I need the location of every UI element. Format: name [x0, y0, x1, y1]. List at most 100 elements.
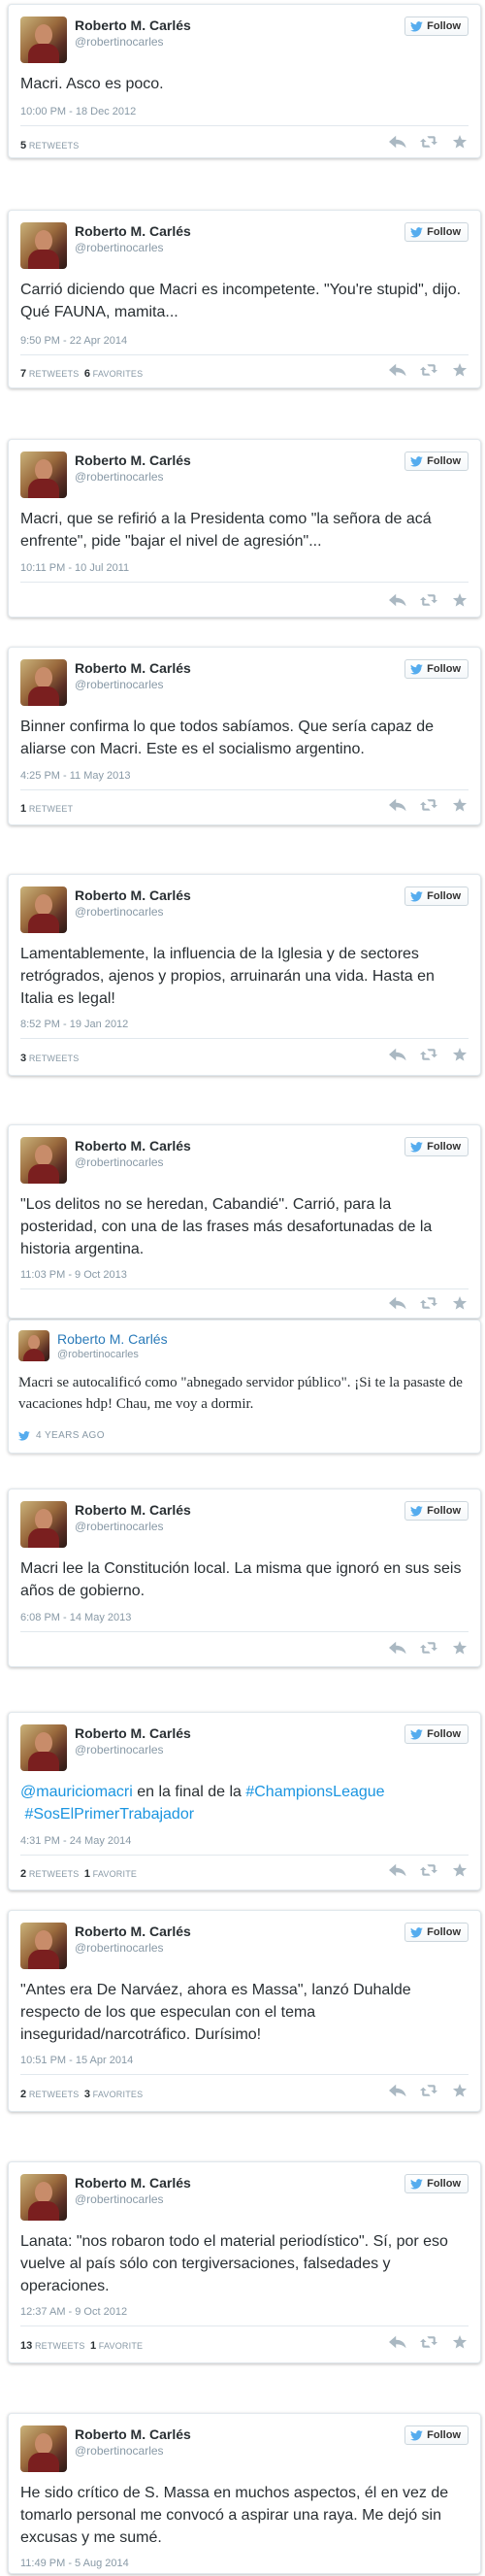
- retweet-count-label[interactable]: RETWEETS: [29, 369, 80, 379]
- retweet-count[interactable]: 3: [20, 1053, 26, 1064]
- avatar[interactable]: [18, 1330, 49, 1361]
- author-name[interactable]: Roberto M. Carlés: [75, 17, 191, 33]
- favorite-count[interactable]: 1: [84, 1868, 90, 1880]
- reply-icon[interactable]: [389, 2335, 406, 2349]
- follow-button[interactable]: Follow: [404, 2174, 469, 2193]
- avatar[interactable]: [20, 1923, 67, 1969]
- tweet-date[interactable]: 11:49 PM - 5 Aug 2014: [20, 2558, 129, 2569]
- favorite-star-icon[interactable]: [451, 363, 469, 377]
- tweet-date[interactable]: 10:51 PM - 15 Apr 2014: [20, 2055, 133, 2066]
- retweet-count[interactable]: 2: [20, 1868, 26, 1880]
- favorite-star-icon[interactable]: [451, 1863, 469, 1877]
- author-name[interactable]: Roberto M. Carlés: [75, 2426, 191, 2442]
- retweet-icon[interactable]: [420, 2084, 437, 2097]
- author-handle[interactable]: @robertinocarles: [57, 1349, 139, 1360]
- retweet-count-label[interactable]: RETWEETS: [35, 2341, 85, 2351]
- reply-icon[interactable]: [389, 593, 406, 607]
- tweet-date[interactable]: 8:52 PM - 19 Jan 2012: [20, 1019, 128, 1030]
- author-handle[interactable]: @robertinocarles: [75, 1520, 164, 1533]
- favorite-star-icon[interactable]: [451, 593, 469, 607]
- follow-button[interactable]: Follow: [404, 1923, 469, 1942]
- retweet-count-label[interactable]: RETWEETS: [29, 141, 80, 151]
- retweet-icon[interactable]: [420, 363, 437, 377]
- retweet-count-label[interactable]: RETWEETS: [29, 2090, 80, 2099]
- avatar[interactable]: [20, 452, 67, 498]
- retweet-icon[interactable]: [420, 1863, 437, 1877]
- tweet-date[interactable]: 6:08 PM - 14 May 2013: [20, 1612, 131, 1623]
- retweet-icon[interactable]: [420, 1296, 437, 1310]
- retweet-icon[interactable]: [420, 2335, 437, 2349]
- author-handle[interactable]: @robertinocarles: [75, 2192, 164, 2206]
- favorite-count-label[interactable]: FAVORITES: [93, 2090, 144, 2099]
- favorite-star-icon[interactable]: [451, 1641, 469, 1655]
- favorite-count[interactable]: 1: [90, 2340, 96, 2352]
- follow-button[interactable]: Follow: [404, 659, 469, 679]
- mention-link[interactable]: @mauriciomacri: [20, 1784, 133, 1800]
- author-handle[interactable]: @robertinocarles: [75, 1743, 164, 1756]
- author-name[interactable]: Roberto M. Carlés: [75, 2175, 191, 2191]
- favorite-star-icon[interactable]: [451, 1296, 469, 1310]
- tweet-date[interactable]: 11:03 PM - 9 Oct 2013: [20, 1269, 127, 1281]
- tweet-age[interactable]: 4 YEARS AGO: [36, 1430, 105, 1441]
- retweet-count[interactable]: 7: [20, 368, 26, 380]
- follow-button[interactable]: Follow: [404, 887, 469, 906]
- retweet-icon[interactable]: [420, 135, 437, 149]
- retweet-icon[interactable]: [420, 798, 437, 812]
- follow-button[interactable]: Follow: [404, 1137, 469, 1156]
- avatar[interactable]: [20, 1724, 67, 1771]
- reply-icon[interactable]: [389, 2084, 406, 2097]
- favorite-count[interactable]: 6: [84, 368, 90, 380]
- author-name[interactable]: Roberto M. Carlés: [75, 660, 191, 676]
- favorite-star-icon[interactable]: [451, 798, 469, 812]
- author-handle[interactable]: @robertinocarles: [75, 470, 164, 484]
- favorite-star-icon[interactable]: [451, 1048, 469, 1061]
- retweet-icon[interactable]: [420, 1641, 437, 1655]
- retweet-count-label[interactable]: RETWEET: [29, 804, 73, 814]
- tweet-date[interactable]: 12:37 AM - 9 Oct 2012: [20, 2306, 127, 2318]
- author-handle[interactable]: @robertinocarles: [75, 678, 164, 691]
- author-name[interactable]: Roberto M. Carlés: [75, 1725, 191, 1741]
- retweet-count[interactable]: 1: [20, 803, 26, 815]
- tweet-date[interactable]: 10:11 PM - 10 Jul 2011: [20, 562, 129, 574]
- follow-button[interactable]: Follow: [404, 222, 469, 242]
- author-name[interactable]: Roberto M. Carlés: [75, 1924, 191, 1939]
- retweet-count[interactable]: 5: [20, 140, 26, 151]
- follow-button[interactable]: Follow: [404, 17, 469, 36]
- retweet-icon[interactable]: [420, 593, 437, 607]
- author-handle[interactable]: @robertinocarles: [75, 1155, 164, 1169]
- reply-icon[interactable]: [389, 1863, 406, 1877]
- tweet-date[interactable]: 10:00 PM - 18 Dec 2012: [20, 106, 136, 117]
- avatar[interactable]: [20, 1137, 67, 1184]
- author-handle[interactable]: @robertinocarles: [75, 35, 164, 49]
- avatar[interactable]: [20, 887, 67, 933]
- follow-button[interactable]: Follow: [404, 2425, 469, 2445]
- follow-button[interactable]: Follow: [404, 1724, 469, 1744]
- author-name[interactable]: Roberto M. Carlés: [75, 452, 191, 468]
- author-name[interactable]: Roberto M. Carlés: [75, 887, 191, 903]
- favorite-count-label[interactable]: FAVORITE: [99, 2341, 143, 2351]
- hashtag-link[interactable]: #ChampionsLeague: [245, 1784, 384, 1800]
- favorite-star-icon[interactable]: [451, 2335, 469, 2349]
- favorite-star-icon[interactable]: [451, 135, 469, 149]
- tweet-date[interactable]: 9:50 PM - 22 Apr 2014: [20, 335, 127, 347]
- follow-button[interactable]: Follow: [404, 1501, 469, 1521]
- avatar[interactable]: [20, 17, 67, 63]
- tweet-date[interactable]: 4:31 PM - 24 May 2014: [20, 1835, 131, 1847]
- reply-icon[interactable]: [389, 1296, 406, 1310]
- follow-button[interactable]: Follow: [404, 452, 469, 471]
- author-handle[interactable]: @robertinocarles: [75, 1941, 164, 1955]
- author-name[interactable]: Roberto M. Carlés: [75, 223, 191, 239]
- retweet-count[interactable]: 13: [20, 2340, 32, 2352]
- favorite-star-icon[interactable]: [451, 2084, 469, 2097]
- favorite-count-label[interactable]: FAVORITE: [93, 1869, 137, 1879]
- retweet-count[interactable]: 2: [20, 2089, 26, 2100]
- reply-icon[interactable]: [389, 798, 406, 812]
- reply-icon[interactable]: [389, 1641, 406, 1655]
- reply-icon[interactable]: [389, 1048, 406, 1061]
- reply-icon[interactable]: [389, 135, 406, 149]
- retweet-count-label[interactable]: RETWEETS: [29, 1869, 80, 1879]
- hashtag-link[interactable]: #SosElPrimerTrabajador: [24, 1806, 194, 1823]
- author-name[interactable]: Roberto M. Carlés: [75, 1502, 191, 1518]
- author-name[interactable]: Roberto M. Carlés: [57, 1331, 168, 1347]
- avatar[interactable]: [20, 2174, 67, 2221]
